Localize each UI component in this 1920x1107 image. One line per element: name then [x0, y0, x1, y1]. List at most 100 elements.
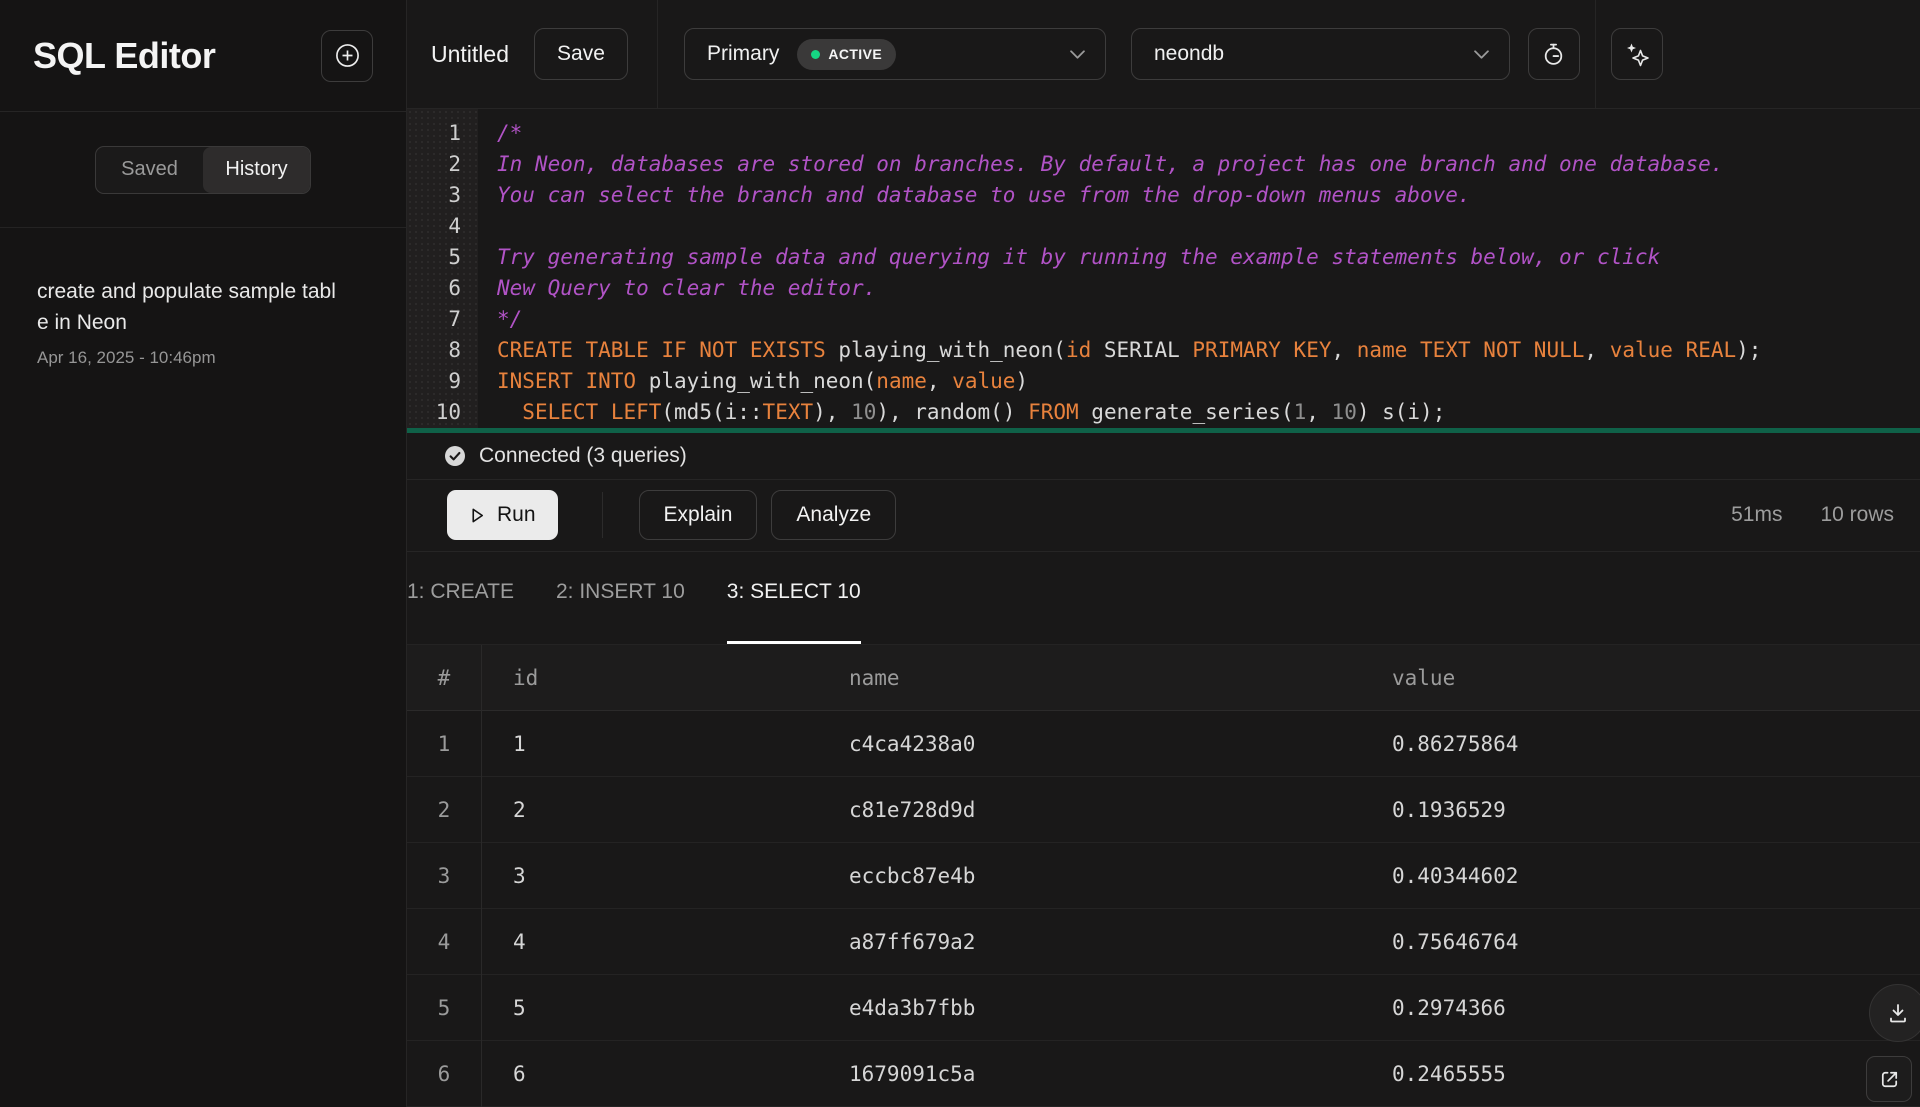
code-line[interactable]: SELECT LEFT(md5(i::TEXT), 10), random() …: [497, 397, 1920, 428]
cell: 6: [482, 1062, 818, 1086]
connection-status-bar: Connected (3 queries): [407, 433, 1920, 480]
line-number: 3: [407, 180, 478, 211]
token-k: SELECT: [522, 400, 598, 424]
token-t: generate_series(: [1079, 400, 1294, 424]
table-row[interactable]: 55e4da3b7fbb0.2974366: [407, 975, 1920, 1041]
token-t: [497, 400, 522, 424]
sql-editor[interactable]: 12345678910 /*In Neon, databases are sto…: [407, 109, 1920, 428]
cell: 0.40344602: [1361, 864, 1920, 888]
token-n: 10: [851, 400, 876, 424]
table-row[interactable]: 33eccbc87e4b0.40344602: [407, 843, 1920, 909]
column-header-index: #: [407, 645, 482, 711]
cell: eccbc87e4b: [818, 864, 1361, 888]
database-select-value: neondb: [1154, 42, 1224, 66]
analyze-button[interactable]: Analyze: [771, 490, 896, 540]
code-line[interactable]: CREATE TABLE IF NOT EXISTS playing_with_…: [497, 335, 1920, 366]
editor-code[interactable]: /*In Neon, databases are stored on branc…: [478, 109, 1920, 428]
branch-status-label: ACTIVE: [828, 46, 882, 62]
query-duration: 51ms: [1731, 503, 1782, 527]
query-history-timer-button[interactable]: [1528, 28, 1580, 80]
token-t: [1407, 338, 1420, 362]
token-k: name: [876, 369, 927, 393]
code-line[interactable]: [497, 211, 1920, 242]
table-row[interactable]: 44a87ff679a20.75646764: [407, 909, 1920, 975]
code-line[interactable]: In Neon, databases are stored on branche…: [497, 149, 1920, 180]
cell: e4da3b7fbb: [818, 996, 1361, 1020]
token-t: ): [1015, 369, 1028, 393]
token-t: ,: [1584, 338, 1609, 362]
token-k: FROM: [1028, 400, 1079, 424]
token-k: CREATE TABLE IF NOT EXISTS: [497, 338, 826, 362]
result-tab[interactable]: 2: INSERT 10: [556, 580, 685, 645]
code-line[interactable]: Try generating sample data and querying …: [497, 242, 1920, 273]
token-k: id: [1066, 338, 1091, 362]
branch-select[interactable]: Primary ACTIVE: [684, 28, 1106, 80]
token-c: New Query to clear the editor.: [497, 276, 876, 300]
history-item-title: create and populate sample table in Neon: [37, 276, 337, 338]
save-button[interactable]: Save: [534, 28, 628, 80]
cell: 4: [482, 930, 818, 954]
token-k: REAL: [1686, 338, 1737, 362]
cell: 2: [407, 777, 482, 843]
sidebar-header: SQL Editor: [0, 0, 406, 112]
sidebar-tab-saved[interactable]: Saved: [96, 147, 203, 193]
token-k: name: [1357, 338, 1408, 362]
chevron-down-icon: [1070, 50, 1085, 59]
token-t: SERIAL: [1091, 338, 1192, 362]
query-row-count: 10 rows: [1820, 503, 1894, 527]
line-number: 2: [407, 149, 478, 180]
expand-results-button[interactable]: [1866, 1056, 1912, 1102]
new-query-button[interactable]: [321, 30, 373, 82]
cell: 2: [482, 798, 818, 822]
run-button-label: Run: [497, 503, 536, 527]
line-number: 6: [407, 273, 478, 304]
results-header: #idnamevalue: [407, 645, 1920, 711]
token-t: playing_with_neon(: [826, 338, 1066, 362]
token-t: [598, 400, 611, 424]
line-number: 4: [407, 211, 478, 242]
column-header-value: value: [1361, 666, 1920, 690]
history-item[interactable]: create and populate sample table in Neon…: [37, 276, 378, 368]
token-t: ,: [1306, 400, 1331, 424]
result-tab[interactable]: 1: CREATE: [407, 580, 514, 645]
saved-history-toggle: SavedHistory: [95, 146, 311, 194]
code-line[interactable]: New Query to clear the editor.: [497, 273, 1920, 304]
download-results-button[interactable]: [1869, 984, 1920, 1042]
code-line[interactable]: You can select the branch and database t…: [497, 180, 1920, 211]
cell: 0.2974366: [1361, 996, 1920, 1020]
cell: 6: [407, 1041, 482, 1107]
branch-select-value: Primary: [707, 42, 779, 66]
cell: 1679091c5a: [818, 1062, 1361, 1086]
table-row[interactable]: 661679091c5a0.2465555: [407, 1041, 1920, 1107]
history-item-timestamp: Apr 16, 2025 - 10:46pm: [37, 348, 378, 368]
ai-assist-button[interactable]: [1611, 28, 1663, 80]
table-row[interactable]: 22c81e728d9d0.1936529: [407, 777, 1920, 843]
code-line[interactable]: /*: [497, 118, 1920, 149]
action-divider: [602, 492, 603, 538]
cell: 0.2465555: [1361, 1062, 1920, 1086]
token-k: TEXT: [763, 400, 814, 424]
connection-status-label: Connected (3 queries): [479, 444, 687, 468]
cell: 1: [482, 732, 818, 756]
plus-circle-icon: [334, 42, 361, 69]
code-line[interactable]: INSERT INTO playing_with_neon(name, valu…: [497, 366, 1920, 397]
cell: 0.86275864: [1361, 732, 1920, 756]
token-n: 10: [1332, 400, 1357, 424]
token-t: [497, 214, 510, 238]
table-row[interactable]: 11c4ca4238a00.86275864: [407, 711, 1920, 777]
query-name-label: Untitled: [431, 41, 509, 68]
sidebar-tab-history[interactable]: History: [203, 147, 310, 193]
token-t: playing_with_neon(: [636, 369, 876, 393]
code-line[interactable]: */: [497, 304, 1920, 335]
token-k: PRIMARY KEY: [1192, 338, 1331, 362]
page-title: SQL Editor: [33, 35, 321, 77]
run-button[interactable]: Run: [447, 490, 558, 540]
explain-button[interactable]: Explain: [639, 490, 758, 540]
database-select[interactable]: neondb: [1131, 28, 1510, 80]
result-tab[interactable]: 3: SELECT 10: [727, 580, 861, 645]
sparkles-icon: [1624, 41, 1650, 67]
play-icon: [469, 507, 486, 524]
token-k: value: [1610, 338, 1673, 362]
token-k: INSERT INTO: [497, 369, 636, 393]
sidebar-toggle-row: SavedHistory: [0, 112, 406, 228]
